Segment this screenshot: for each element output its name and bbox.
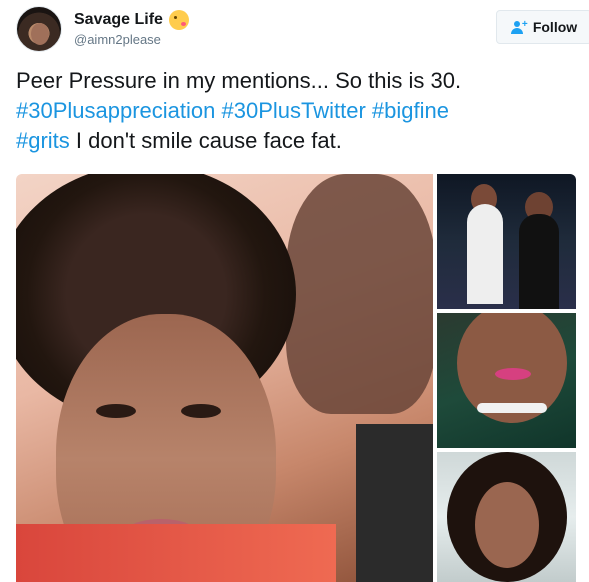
- hashtag-30plusappreciation[interactable]: #30Plusappreciation: [16, 98, 215, 123]
- tweet-text-part: Peer Pressure in my mentions... So this …: [16, 68, 462, 93]
- tweet-header: Savage Life @aimn2please + Follow: [16, 6, 589, 58]
- user-handle[interactable]: @aimn2please: [74, 32, 161, 47]
- person-body: [519, 214, 559, 309]
- necklace: [477, 403, 547, 413]
- follow-button[interactable]: + Follow: [496, 10, 589, 44]
- thumbnail-photo-3[interactable]: [437, 452, 576, 582]
- kissing-face-emoji-icon: [168, 10, 189, 30]
- add-user-icon: +: [510, 20, 528, 34]
- hashtag-grits[interactable]: #grits: [16, 128, 70, 153]
- thumbnail-photo-1[interactable]: [437, 174, 576, 309]
- hashtag-bigfine[interactable]: #bigfine: [372, 98, 449, 123]
- follow-button-label: Follow: [532, 19, 578, 35]
- person-body: [467, 204, 503, 304]
- thumbnail-photo-2[interactable]: [437, 313, 576, 448]
- right-eye: [181, 404, 221, 418]
- main-photo[interactable]: [16, 174, 433, 582]
- avatar[interactable]: [16, 6, 62, 52]
- left-eye: [96, 404, 136, 418]
- shirt: [16, 524, 336, 582]
- media-grid: [16, 174, 576, 582]
- tweet-text-part: I don't smile cause face fat.: [69, 128, 342, 153]
- hashtag-30plustwitter[interactable]: #30PlusTwitter: [222, 98, 366, 123]
- lips: [495, 368, 531, 380]
- shopping-bag: [356, 424, 433, 582]
- crest-decoration: [286, 174, 433, 414]
- name-row: Savage Life: [74, 10, 189, 30]
- tweet-text: Peer Pressure in my mentions... So this …: [16, 66, 576, 156]
- avatar-face: [31, 23, 49, 45]
- face: [475, 482, 539, 568]
- display-name[interactable]: Savage Life: [74, 11, 163, 29]
